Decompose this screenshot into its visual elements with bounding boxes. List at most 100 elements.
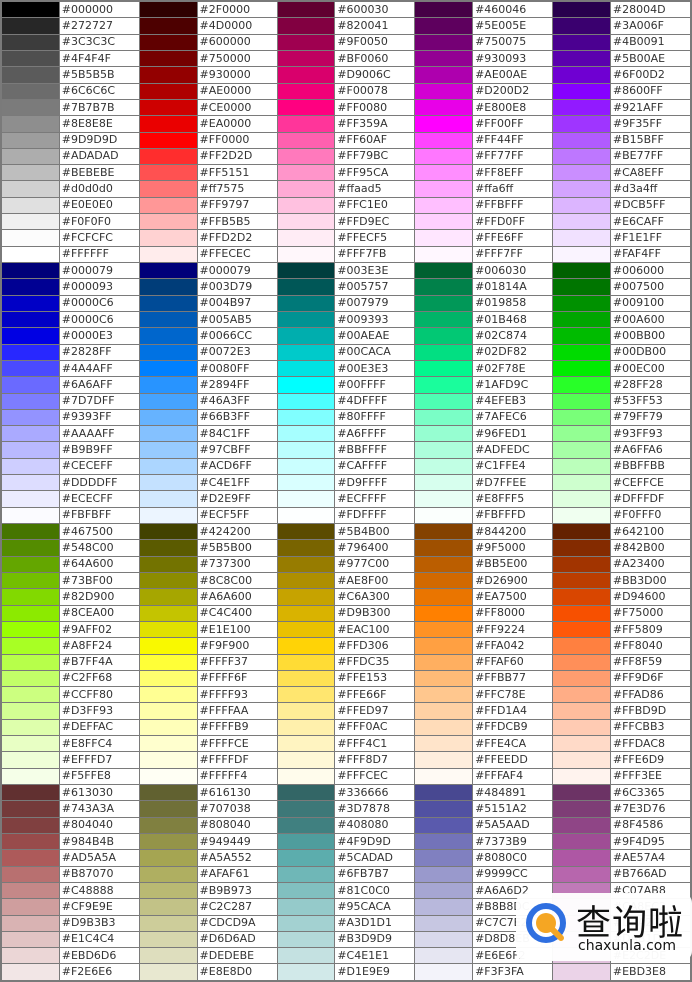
color-hex-code: #003E3E [334, 261, 416, 280]
color-swatch [0, 359, 60, 378]
color-hex-code: #009393 [334, 310, 416, 329]
color-swatch [414, 620, 474, 639]
color-hex-code: #73BF00 [58, 571, 140, 590]
table-row: #0000C6 #004B97 #007979 #019858 #009100 [0, 294, 692, 312]
color-swatch [0, 702, 60, 720]
color-swatch [276, 816, 336, 834]
color-swatch [0, 620, 60, 639]
color-hex-code: #F75000 [609, 604, 692, 622]
table-row: #E0E0E0 #FF9797 #FFC1E0 #FFBFFF #DCB5FF [0, 196, 692, 215]
color-swatch [0, 147, 60, 166]
color-swatch [276, 751, 336, 769]
color-hex-code: #FFC78E [472, 686, 554, 704]
color-swatch [276, 604, 336, 622]
color-hex-code: #FFCBB3 [609, 718, 692, 737]
watermark-logo: 查询啦 chaxunla.com [516, 893, 692, 961]
color-swatch [138, 245, 198, 264]
color-swatch [552, 506, 611, 525]
table-row: #64A600 #737300 #977C00 #BB5E00 #A23400 [0, 555, 692, 573]
color-hex-code: #F0F0F0 [58, 213, 140, 231]
color-swatch [414, 506, 474, 525]
color-hex-code: #4D0000 [196, 17, 278, 35]
color-swatch [414, 816, 474, 834]
color-swatch [138, 474, 198, 492]
color-swatch [276, 49, 336, 68]
color-swatch [552, 229, 611, 247]
color-hex-code: #B3D9D9 [334, 930, 416, 949]
color-swatch [138, 0, 198, 19]
color-swatch [0, 278, 60, 296]
color-hex-code: #FF359A [334, 115, 416, 133]
color-hex-code: #005AB5 [196, 310, 278, 329]
table-row: #73BF00 #8C8C00 #AE8F00 #D26900 #BB3D00 [0, 571, 692, 590]
color-swatch [138, 131, 198, 149]
color-swatch [276, 261, 336, 280]
color-hex-code: #BBFFFF [334, 441, 416, 459]
color-swatch [0, 213, 60, 231]
color-hex-code: #4EFEB3 [472, 392, 554, 410]
table-row: #FBFBFF #ECF5FF #FDFFFF #FBFFFD #F0FFF0 [0, 506, 692, 525]
color-swatch [0, 164, 60, 182]
color-hex-code: #8080C0 [472, 849, 554, 867]
color-hex-code: #4B0091 [609, 33, 692, 51]
color-hex-code: #84C1FF [196, 425, 278, 443]
color-hex-code: #9393FF [58, 408, 140, 427]
color-hex-code: #93FF93 [609, 425, 692, 443]
color-hex-code: #C4E1E1 [334, 947, 416, 965]
color-hex-code: #2894FF [196, 376, 278, 394]
color-swatch [414, 213, 474, 231]
color-hex-code: #600030 [334, 0, 416, 19]
color-hex-code: #EA7500 [472, 588, 554, 606]
table-row: #804040 #808040 #408080 #5A5AAD #8F4586 [0, 816, 692, 834]
color-swatch [552, 376, 611, 394]
color-swatch [552, 310, 611, 329]
color-swatch [276, 490, 336, 508]
color-hex-code: #FFF7FB [334, 245, 416, 264]
color-swatch [0, 522, 60, 541]
color-hex-code: #FFFF6F [196, 669, 278, 688]
color-swatch [552, 0, 611, 19]
color-hex-code: #5B5B00 [196, 539, 278, 557]
color-swatch [414, 33, 474, 51]
color-hex-code: #BF0060 [334, 49, 416, 68]
color-hex-code: #CECEFF [58, 457, 140, 476]
color-hex-code: #00AEAE [334, 327, 416, 345]
color-hex-code: #C4E1FF [196, 474, 278, 492]
color-hex-code: #D3FF93 [58, 702, 140, 720]
color-hex-code: #0080FF [196, 359, 278, 378]
color-swatch [0, 898, 60, 916]
color-swatch [0, 310, 60, 329]
color-swatch [276, 408, 336, 427]
color-swatch [414, 669, 474, 688]
table-row: #F5FFE8 #FFFFF4 #FFFCEC #FFFAF4 #FFF3EE [0, 767, 692, 786]
color-swatch [552, 751, 611, 769]
color-hex-code: #EA0000 [196, 115, 278, 133]
color-hex-code: #796400 [334, 539, 416, 557]
color-hex-code: #5B00AE [609, 49, 692, 68]
color-swatch [276, 213, 336, 231]
color-swatch [552, 800, 611, 818]
color-hex-code: #984B4B [58, 832, 140, 851]
color-hex-code: #6FB7B7 [334, 865, 416, 883]
color-swatch [138, 180, 198, 198]
color-hex-code: #642100 [609, 522, 692, 541]
color-swatch [276, 131, 336, 149]
color-hex-code: #A5A552 [196, 849, 278, 867]
color-hex-code: #FF5809 [609, 620, 692, 639]
color-swatch [552, 539, 611, 557]
color-swatch [552, 131, 611, 149]
table-row: #B87070 #AFAF61 #6FB7B7 #9999CC #B766AD [0, 865, 692, 883]
color-hex-code: #C1FFE4 [472, 457, 554, 476]
table-row: #9D9D9D #FF0000 #FF60AF #FF44FF #B15BFF [0, 131, 692, 149]
color-swatch [414, 359, 474, 378]
color-hex-code: #B9B973 [196, 881, 278, 900]
color-hex-code: #E1E100 [196, 620, 278, 639]
color-swatch [0, 881, 60, 900]
table-row: #D3FF93 #FFFFAA #FFED97 #FFD1A4 #FFBD9D [0, 702, 692, 720]
color-hex-code: #7373B9 [472, 832, 554, 851]
color-swatch [552, 49, 611, 68]
color-swatch [552, 115, 611, 133]
color-hex-code: #DEDEBE [196, 947, 278, 965]
color-hex-code: #FFE6D9 [609, 751, 692, 769]
color-hex-code: #CF9E9E [58, 898, 140, 916]
